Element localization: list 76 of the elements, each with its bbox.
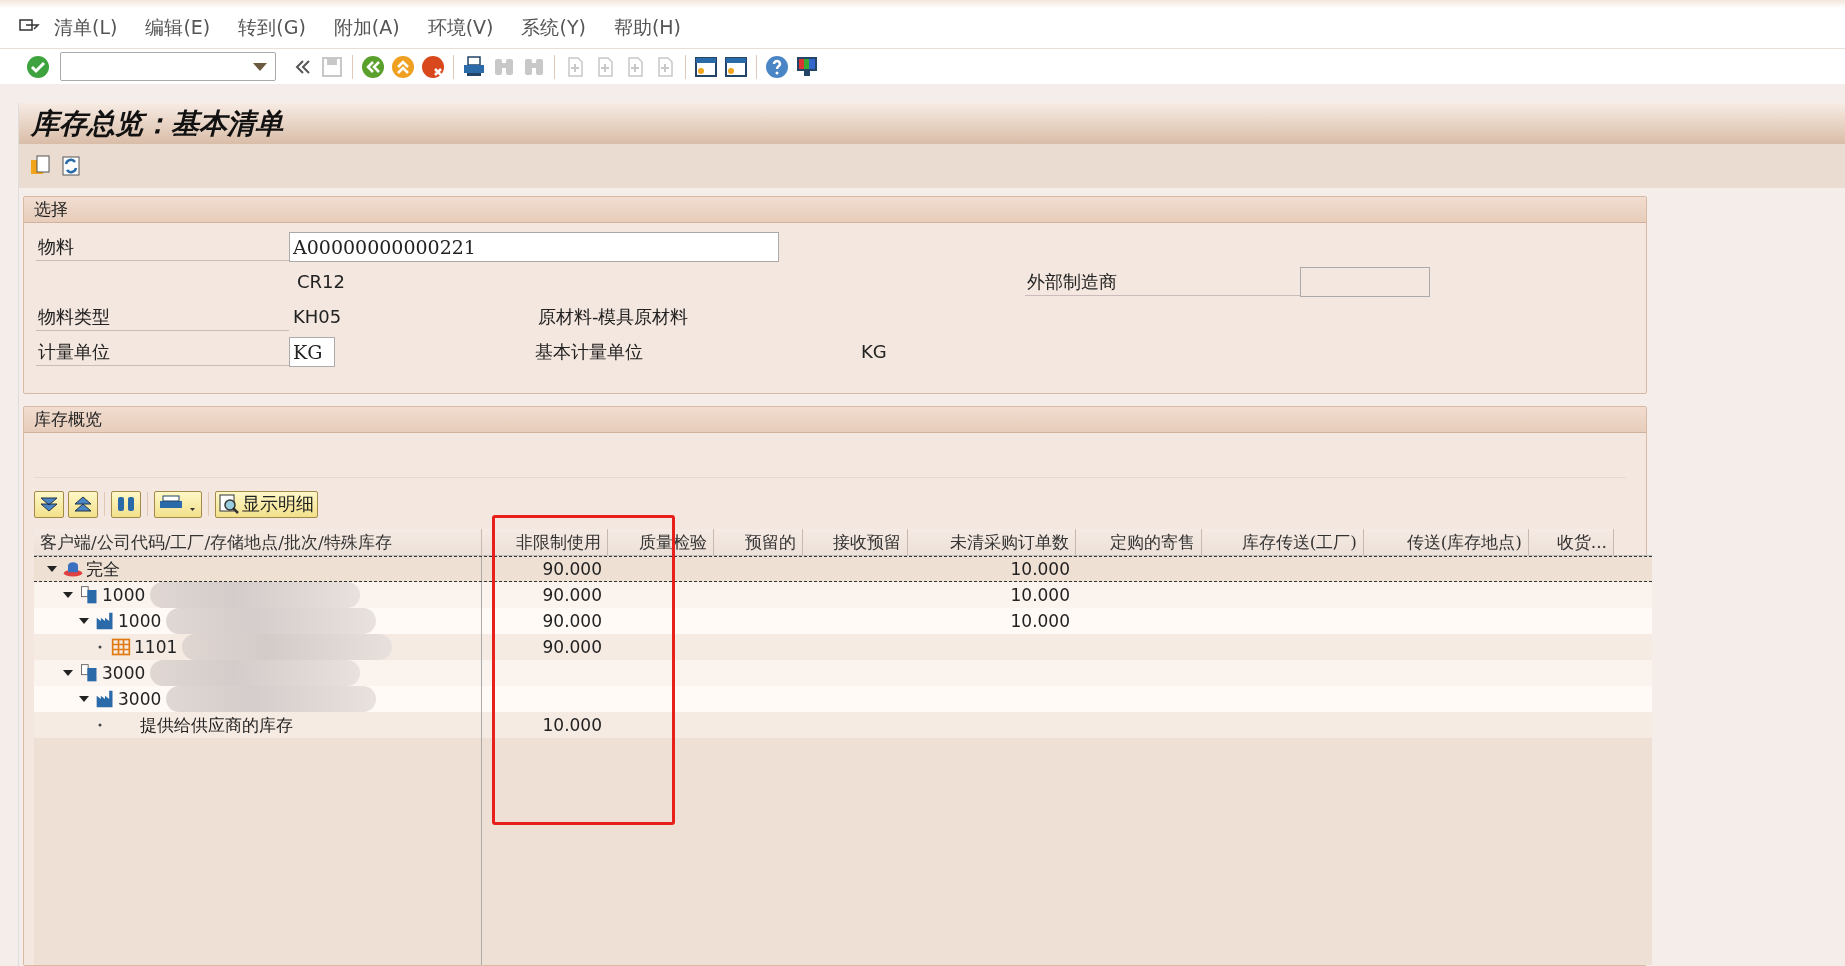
material-field[interactable]: A00000000000221: [289, 231, 779, 262]
print-button[interactable]: [154, 490, 202, 518]
menu-item[interactable]: 系统(Y): [507, 15, 600, 42]
column-header[interactable]: 预留的: [714, 529, 803, 555]
tree-node-label[interactable]: 1101: [134, 637, 178, 657]
factory-icon: [94, 689, 116, 709]
tree-node-label[interactable]: 1000: [118, 611, 162, 631]
window-icon[interactable]: [694, 54, 718, 79]
table-cell: 90.000: [542, 559, 602, 579]
refresh-icon[interactable]: [59, 154, 83, 178]
manufacturer-field[interactable]: [1300, 266, 1430, 297]
building-icon: [78, 663, 100, 683]
unit-field[interactable]: KG: [289, 336, 335, 367]
material-description: CR12: [296, 271, 346, 292]
table-cell: 90.000: [542, 611, 602, 631]
column-header[interactable]: 库存传送(工厂): [1202, 529, 1364, 555]
tree-node-label[interactable]: 提供给供应商的库存: [140, 713, 293, 737]
table-cell: 90.000: [542, 637, 602, 657]
column-header[interactable]: 非限制使用: [482, 529, 608, 555]
column-header[interactable]: 客户端/公司代码/工厂/存储地点/批次/特殊库存: [34, 529, 482, 555]
magnifier-icon: [219, 494, 239, 514]
column-header[interactable]: 传送(库存地点): [1364, 529, 1529, 555]
caret-icon: [253, 62, 267, 71]
binoculars-icon: [115, 495, 137, 513]
menu-item[interactable]: 清单(L): [40, 15, 132, 42]
hat-icon: [62, 559, 84, 579]
command-field[interactable]: [60, 52, 276, 82]
field-label: 基本计量单位: [534, 339, 644, 364]
double-down-triangle-icon: [38, 495, 60, 513]
material-type: KH05: [292, 306, 343, 327]
field-label: 物料类型: [36, 302, 289, 331]
menu-item[interactable]: 附加(A): [319, 15, 414, 42]
table-cell: 90.000: [542, 585, 602, 605]
expand-toggle-icon[interactable]: [62, 668, 74, 678]
tree-node-label[interactable]: 完全: [86, 557, 120, 581]
page-title: 库存总览：基本清单: [31, 105, 283, 142]
panel-header: 库存概览: [24, 407, 1646, 433]
tree-node-label[interactable]: 3000: [118, 689, 162, 709]
collapse-all-button[interactable]: [68, 490, 98, 518]
monitor-icon[interactable]: [795, 54, 819, 79]
material-type-text: 原材料-模具原材料: [537, 304, 690, 329]
printer-icon: [158, 495, 198, 513]
expand-all-button[interactable]: [34, 490, 64, 518]
menu-item[interactable]: 帮助(H): [599, 15, 696, 42]
double-up-triangle-icon: [72, 495, 94, 513]
expand-toggle-icon[interactable]: [46, 564, 58, 574]
table-cell: 10.000: [542, 715, 602, 735]
menu-item[interactable]: 编辑(E): [131, 15, 225, 42]
column-header[interactable]: 未清采购订单数: [908, 529, 1076, 555]
expand-toggle-icon[interactable]: [78, 694, 90, 704]
menu-item[interactable]: 环境(V): [413, 15, 508, 42]
expand-toggle-icon[interactable]: [78, 616, 90, 626]
menu-item[interactable]: 转到(G): [224, 15, 320, 42]
find-button[interactable]: [111, 490, 141, 518]
column-header[interactable]: 接收预留: [803, 529, 908, 555]
shelf-icon: [110, 637, 132, 657]
factory-icon: [94, 611, 116, 631]
cancel-icon[interactable]: [421, 54, 445, 79]
enter-icon[interactable]: [26, 54, 50, 79]
base-unit: KG: [860, 341, 888, 362]
window-icon[interactable]: [724, 54, 748, 79]
table-cell: 10.000: [1010, 585, 1070, 605]
show-detail-button[interactable]: 显示明细: [215, 490, 318, 518]
tree-node-label[interactable]: 1000: [102, 585, 146, 605]
column-header[interactable]: 收货...: [1529, 529, 1614, 555]
panel-header: 选择: [24, 197, 1646, 223]
expand-toggle-icon[interactable]: [62, 590, 74, 600]
help-icon[interactable]: [765, 54, 789, 79]
printer-icon[interactable]: [462, 54, 486, 79]
table-cell: 10.000: [1010, 611, 1070, 631]
table-cell: 10.000: [1010, 559, 1070, 579]
column-header[interactable]: 定购的寄售: [1076, 529, 1202, 555]
building-icon: [78, 585, 100, 605]
back-icon[interactable]: [361, 54, 385, 79]
tree-node-label[interactable]: 3000: [102, 663, 146, 683]
field-label: 外部制造商: [1025, 267, 1300, 296]
